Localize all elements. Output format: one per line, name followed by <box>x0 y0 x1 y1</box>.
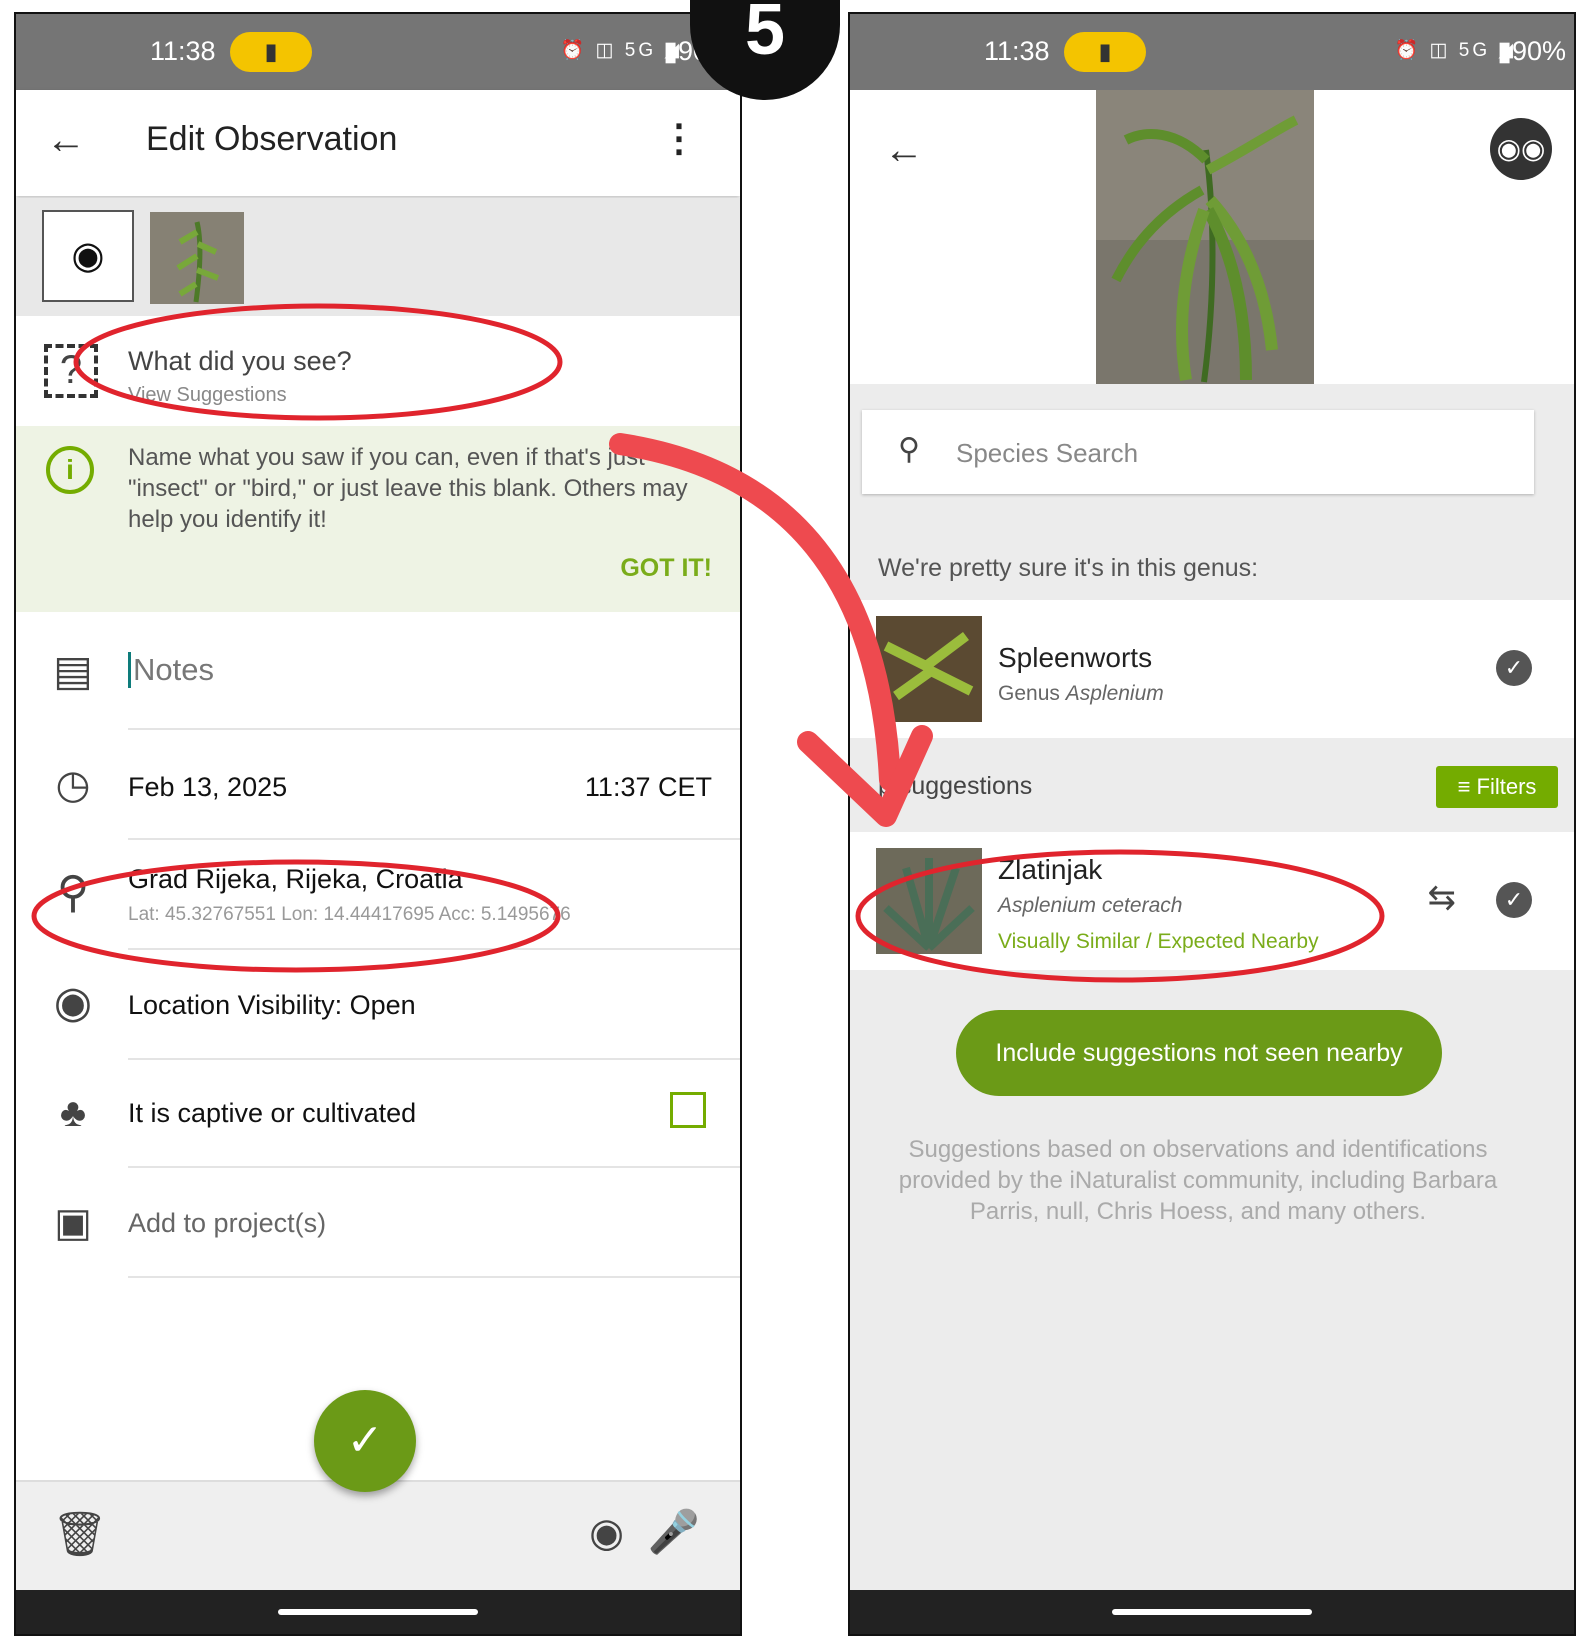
add-photo-button[interactable]: ◉ <box>42 210 134 302</box>
briefcase-icon: ▣ <box>54 1201 92 1245</box>
notes-input[interactable]: Notes <box>128 652 214 688</box>
suggestion-reason-tag: Visually Similar / Expected Nearby <box>998 930 1319 953</box>
battery-level: ▮90% <box>1497 36 1566 66</box>
app-bar: ← Edit Observation ⋮ <box>16 90 740 196</box>
observation-time[interactable]: 11:37 CET <box>585 772 712 803</box>
arrow-back-icon[interactable]: ← <box>46 118 86 163</box>
taxon-row[interactable]: ? What did you see? View Suggestions <box>16 316 740 426</box>
photo-strip: ◉ <box>16 198 740 316</box>
save-observation-button[interactable]: ✓ <box>314 1390 416 1492</box>
top-suggestions-label: p suggestions <box>878 772 1033 800</box>
network-type: 5G <box>1458 40 1491 61</box>
captive-row[interactable]: ♣ It is captive or cultivated <box>16 1060 740 1168</box>
clock-icon: ◷ <box>55 763 91 807</box>
status-time: 11:38 <box>150 36 216 66</box>
page-title: Edit Observation <box>146 120 398 158</box>
status-time: 11:38 <box>984 36 1050 66</box>
kebab-menu-icon[interactable]: ⋮ <box>660 116 698 161</box>
location-place: Grad Rijeka, Rijeka, Croatia <box>128 864 463 894</box>
genus-section-label: We're pretty sure it's in this genus: <box>878 554 1259 582</box>
view-suggestions-link[interactable]: View Suggestions <box>128 384 287 407</box>
genus-suggestion-card[interactable]: Spleenworts Genus Asplenium ✓ <box>850 600 1574 738</box>
taxon-prompt: What did you see? <box>128 346 352 376</box>
captive-label: It is captive or cultivated <box>128 1098 417 1128</box>
system-nav-bar <box>850 1590 1574 1634</box>
species-common-name: Zlatinjak <box>998 854 1103 885</box>
add-to-project[interactable]: Add to project(s) <box>128 1208 326 1239</box>
date-row[interactable]: ◷ Feb 13, 2025 11:37 CET <box>16 730 740 840</box>
unknown-species-icon: ? <box>44 344 98 398</box>
species-scientific-name: Asplenium ceterach <box>998 894 1183 917</box>
microphone-icon[interactable]: 🎤 <box>648 1508 700 1557</box>
battery-saver-badge: ▮ <box>1064 32 1146 72</box>
genus-thumbnail <box>876 616 982 722</box>
sliders-icon: ≡ <box>1457 774 1471 799</box>
select-genus-check-icon[interactable]: ✓ <box>1496 650 1532 686</box>
species-thumbnail <box>876 848 982 954</box>
help-box: i Name what you saw if you can, even if … <box>16 426 740 612</box>
select-species-check-icon[interactable]: ✓ <box>1496 882 1532 918</box>
arrow-back-icon[interactable]: ← <box>884 128 924 173</box>
network-type: 5G <box>624 40 657 61</box>
globe-icon: ◉ <box>53 978 93 1027</box>
status-bar: 11:38 ▮ ⏰ ◫ 5G ◢ ▮90% <box>850 14 1574 90</box>
observation-photo-thumbnail[interactable] <box>150 212 244 304</box>
map-pin-icon: ⚲ <box>56 868 90 917</box>
species-search-bar[interactable]: ⚲ Species Search <box>862 410 1534 494</box>
observation-date[interactable]: Feb 13, 2025 <box>128 772 287 803</box>
species-suggestion-card[interactable]: Zlatinjak Asplenium ceterach Visually Si… <box>850 832 1574 970</box>
compare-swap-icon[interactable]: ⇆ <box>1428 878 1457 918</box>
captive-checkbox[interactable] <box>670 1092 706 1128</box>
location-row[interactable]: ⚲ Grad Rijeka, Rijeka, Croatia Lat: 45.3… <box>16 840 740 950</box>
battery-saver-badge: ▮ <box>230 32 312 72</box>
camera-add-icon: ◉ <box>71 235 105 277</box>
location-visibility: Location Visibility: Open <box>128 990 416 1020</box>
clipboard-icon: ▤ <box>53 647 93 694</box>
filters-label: Filters <box>1476 774 1537 799</box>
genus-common-name: Spleenworts <box>998 642 1153 673</box>
left-phone-screen: 11:38 ▮ ⏰ ◫ 5G ◢ ▮90% ← Edit Observation… <box>14 12 742 1636</box>
observation-photo <box>1096 90 1314 384</box>
suggestions-credits: Suggestions based on observations and id… <box>898 1136 1498 1225</box>
bottom-toolbar: 🗑 ◉ 🎤 <box>16 1480 740 1590</box>
step-number: 5 <box>744 0 786 70</box>
divider <box>128 1276 740 1278</box>
right-phone-screen: 11:38 ▮ ⏰ ◫ 5G ◢ ▮90% ← ◉◉ ⚲ Species Sea… <box>848 12 1576 1636</box>
notes-row[interactable]: ▤ Notes <box>16 612 740 730</box>
species-search-input[interactable]: Species Search <box>956 438 1138 469</box>
visibility-row[interactable]: ◉ Location Visibility: Open <box>16 950 740 1060</box>
home-gesture-pill[interactable] <box>1112 1609 1312 1615</box>
rank-prefix: Genus <box>998 682 1060 705</box>
info-icon: i <box>46 446 94 494</box>
project-row[interactable]: ▣ Add to project(s) <box>16 1168 740 1278</box>
got-it-button[interactable]: GOT IT! <box>620 554 712 583</box>
genus-latin: Asplenium <box>1065 682 1164 705</box>
genus-scientific-name: Genus Asplenium <box>998 682 1164 706</box>
system-nav-bar <box>16 1590 740 1634</box>
trash-icon[interactable]: 🗑 <box>52 1508 108 1560</box>
status-bar: 11:38 ▮ ⏰ ◫ 5G ◢ ▮90% <box>16 14 740 90</box>
filters-button[interactable]: ≡ Filters <box>1436 766 1558 808</box>
planted-tree-icon: ♣ <box>59 1091 87 1135</box>
help-text: Name what you saw if you can, even if th… <box>128 444 688 533</box>
home-gesture-pill[interactable] <box>278 1609 478 1615</box>
binoculars-icon[interactable]: ◉◉ <box>1490 118 1552 180</box>
include-not-nearby-button[interactable]: Include suggestions not seen nearby <box>956 1010 1442 1096</box>
camera-icon[interactable]: ◉ <box>589 1510 624 1556</box>
battery-percent: 90% <box>1511 36 1566 66</box>
checkmark-icon: ✓ <box>346 1416 384 1465</box>
search-icon: ⚲ <box>898 433 920 466</box>
location-coords: Lat: 45.32767551 Lon: 14.44417695 Acc: 5… <box>128 904 571 925</box>
